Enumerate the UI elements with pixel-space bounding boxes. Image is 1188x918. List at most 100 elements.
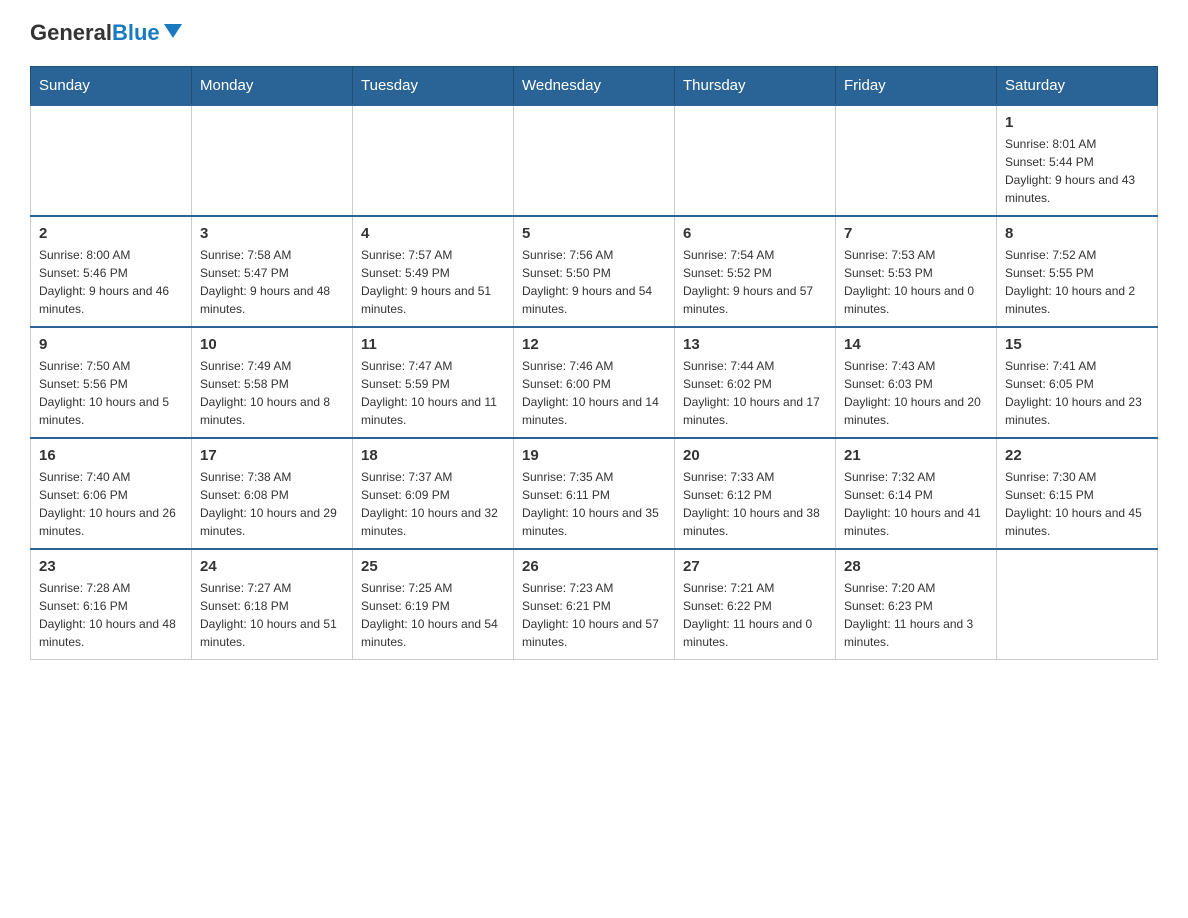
day-info: Sunrise: 7:44 AM Sunset: 6:02 PM Dayligh… — [683, 357, 827, 429]
calendar-week-row: 1 Sunrise: 8:01 AM Sunset: 5:44 PM Daylig… — [31, 105, 1158, 216]
day-info: Sunrise: 7:40 AM Sunset: 6:06 PM Dayligh… — [39, 468, 183, 540]
day-info: Sunrise: 8:01 AM Sunset: 5:44 PM Dayligh… — [1005, 135, 1149, 207]
calendar-cell: 2Sunrise: 8:00 AM Sunset: 5:46 PM Daylig… — [31, 216, 192, 327]
day-number: 5 — [522, 225, 666, 242]
calendar-cell: 20 Sunrise: 7:33 AM Sunset: 6:12 PM Dayli… — [675, 438, 836, 549]
calendar-cell: 11 Sunrise: 7:47 AM Sunset: 5:59 PM Dayli… — [353, 327, 514, 438]
calendar-cell — [997, 549, 1158, 660]
day-number: 8 — [1005, 225, 1149, 242]
day-number: 21 — [844, 447, 988, 464]
page-header: GeneralBlue — [30, 20, 1158, 46]
calendar-cell: 8 Sunrise: 7:52 AM Sunset: 5:55 PM Daylig… — [997, 216, 1158, 327]
day-info: Sunrise: 7:46 AM Sunset: 6:00 PM Dayligh… — [522, 357, 666, 429]
day-info: Sunrise: 7:49 AM Sunset: 5:58 PM Dayligh… — [200, 357, 344, 429]
day-number: 1 — [1005, 114, 1149, 131]
day-number: 12 — [522, 336, 666, 353]
calendar-week-row: 16 Sunrise: 7:40 AM Sunset: 6:06 PM Dayli… — [31, 438, 1158, 549]
day-number: 2 — [39, 225, 183, 242]
calendar-cell: 6 Sunrise: 7:54 AM Sunset: 5:52 PM Daylig… — [675, 216, 836, 327]
day-info: Sunrise: 7:58 AM Sunset: 5:47 PM Dayligh… — [200, 246, 344, 318]
calendar-cell: 18 Sunrise: 7:37 AM Sunset: 6:09 PM Dayli… — [353, 438, 514, 549]
logo-text: GeneralBlue — [30, 20, 160, 46]
day-number: 23 — [39, 558, 183, 575]
day-number: 17 — [200, 447, 344, 464]
day-info: Sunrise: 7:54 AM Sunset: 5:52 PM Dayligh… — [683, 246, 827, 318]
calendar-week-row: 2Sunrise: 8:00 AM Sunset: 5:46 PM Daylig… — [31, 216, 1158, 327]
calendar-cell: 5 Sunrise: 7:56 AM Sunset: 5:50 PM Daylig… — [514, 216, 675, 327]
calendar-cell — [675, 105, 836, 216]
calendar-cell: 9 Sunrise: 7:50 AM Sunset: 5:56 PM Daylig… — [31, 327, 192, 438]
calendar-cell: 21 Sunrise: 7:32 AM Sunset: 6:14 PM Dayli… — [836, 438, 997, 549]
day-number: 20 — [683, 447, 827, 464]
day-number: 9 — [39, 336, 183, 353]
calendar-cell — [836, 105, 997, 216]
calendar-cell: 27 Sunrise: 7:21 AM Sunset: 6:22 PM Dayli… — [675, 549, 836, 660]
day-info: Sunrise: 7:20 AM Sunset: 6:23 PM Dayligh… — [844, 579, 988, 651]
calendar-week-row: 23 Sunrise: 7:28 AM Sunset: 6:16 PM Dayli… — [31, 549, 1158, 660]
calendar-cell: 19Sunrise: 7:35 AM Sunset: 6:11 PM Dayli… — [514, 438, 675, 549]
day-number: 14 — [844, 336, 988, 353]
calendar-cell — [353, 105, 514, 216]
calendar-week-row: 9 Sunrise: 7:50 AM Sunset: 5:56 PM Daylig… — [31, 327, 1158, 438]
calendar-header-row: SundayMondayTuesdayWednesdayThursdayFrid… — [31, 67, 1158, 106]
calendar-cell: 24 Sunrise: 7:27 AM Sunset: 6:18 PM Dayli… — [192, 549, 353, 660]
weekday-header: Monday — [192, 67, 353, 106]
day-info: Sunrise: 7:33 AM Sunset: 6:12 PM Dayligh… — [683, 468, 827, 540]
calendar-cell: 28 Sunrise: 7:20 AM Sunset: 6:23 PM Dayli… — [836, 549, 997, 660]
day-info: Sunrise: 7:30 AM Sunset: 6:15 PM Dayligh… — [1005, 468, 1149, 540]
calendar-cell: 7 Sunrise: 7:53 AM Sunset: 5:53 PM Daylig… — [836, 216, 997, 327]
calendar-cell: 15Sunrise: 7:41 AM Sunset: 6:05 PM Dayli… — [997, 327, 1158, 438]
day-info: Sunrise: 7:53 AM Sunset: 5:53 PM Dayligh… — [844, 246, 988, 318]
day-info: Sunrise: 7:50 AM Sunset: 5:56 PM Dayligh… — [39, 357, 183, 429]
day-number: 27 — [683, 558, 827, 575]
weekday-header: Thursday — [675, 67, 836, 106]
day-number: 28 — [844, 558, 988, 575]
day-info: Sunrise: 7:28 AM Sunset: 6:16 PM Dayligh… — [39, 579, 183, 651]
day-info: Sunrise: 7:47 AM Sunset: 5:59 PM Dayligh… — [361, 357, 505, 429]
day-info: Sunrise: 7:23 AM Sunset: 6:21 PM Dayligh… — [522, 579, 666, 651]
day-number: 16 — [39, 447, 183, 464]
day-info: Sunrise: 7:43 AM Sunset: 6:03 PM Dayligh… — [844, 357, 988, 429]
weekday-header: Sunday — [31, 67, 192, 106]
day-number: 26 — [522, 558, 666, 575]
day-number: 25 — [361, 558, 505, 575]
day-number: 11 — [361, 336, 505, 353]
calendar-cell: 22 Sunrise: 7:30 AM Sunset: 6:15 PM Dayli… — [997, 438, 1158, 549]
day-number: 4 — [361, 225, 505, 242]
day-number: 7 — [844, 225, 988, 242]
day-number: 24 — [200, 558, 344, 575]
day-info: Sunrise: 7:27 AM Sunset: 6:18 PM Dayligh… — [200, 579, 344, 651]
calendar-cell — [31, 105, 192, 216]
weekday-header: Friday — [836, 67, 997, 106]
calendar-cell: 1 Sunrise: 8:01 AM Sunset: 5:44 PM Daylig… — [997, 105, 1158, 216]
calendar-cell: 10 Sunrise: 7:49 AM Sunset: 5:58 PM Dayli… — [192, 327, 353, 438]
calendar-cell: 16 Sunrise: 7:40 AM Sunset: 6:06 PM Dayli… — [31, 438, 192, 549]
day-number: 13 — [683, 336, 827, 353]
calendar-cell — [514, 105, 675, 216]
calendar-cell: 23 Sunrise: 7:28 AM Sunset: 6:16 PM Dayli… — [31, 549, 192, 660]
logo: GeneralBlue — [30, 20, 184, 46]
day-number: 10 — [200, 336, 344, 353]
calendar-cell: 14 Sunrise: 7:43 AM Sunset: 6:03 PM Dayli… — [836, 327, 997, 438]
calendar-cell: 12 Sunrise: 7:46 AM Sunset: 6:00 PM Dayli… — [514, 327, 675, 438]
day-info: Sunrise: 7:56 AM Sunset: 5:50 PM Dayligh… — [522, 246, 666, 318]
day-info: Sunrise: 7:41 AM Sunset: 6:05 PM Dayligh… — [1005, 357, 1149, 429]
day-info: Sunrise: 7:57 AM Sunset: 5:49 PM Dayligh… — [361, 246, 505, 318]
day-info: Sunrise: 7:37 AM Sunset: 6:09 PM Dayligh… — [361, 468, 505, 540]
weekday-header: Wednesday — [514, 67, 675, 106]
day-number: 6 — [683, 225, 827, 242]
day-info: Sunrise: 7:52 AM Sunset: 5:55 PM Dayligh… — [1005, 246, 1149, 318]
calendar-cell: 25 Sunrise: 7:25 AM Sunset: 6:19 PM Dayli… — [353, 549, 514, 660]
calendar-cell: 17Sunrise: 7:38 AM Sunset: 6:08 PM Dayli… — [192, 438, 353, 549]
calendar-cell: 3 Sunrise: 7:58 AM Sunset: 5:47 PM Daylig… — [192, 216, 353, 327]
day-info: Sunrise: 7:25 AM Sunset: 6:19 PM Dayligh… — [361, 579, 505, 651]
day-number: 22 — [1005, 447, 1149, 464]
day-info: Sunrise: 7:32 AM Sunset: 6:14 PM Dayligh… — [844, 468, 988, 540]
day-info: Sunrise: 7:35 AM Sunset: 6:11 PM Dayligh… — [522, 468, 666, 540]
weekday-header: Tuesday — [353, 67, 514, 106]
weekday-header: Saturday — [997, 67, 1158, 106]
day-info: Sunrise: 7:21 AM Sunset: 6:22 PM Dayligh… — [683, 579, 827, 651]
logo-arrow-icon — [162, 20, 184, 42]
day-number: 18 — [361, 447, 505, 464]
day-number: 3 — [200, 225, 344, 242]
